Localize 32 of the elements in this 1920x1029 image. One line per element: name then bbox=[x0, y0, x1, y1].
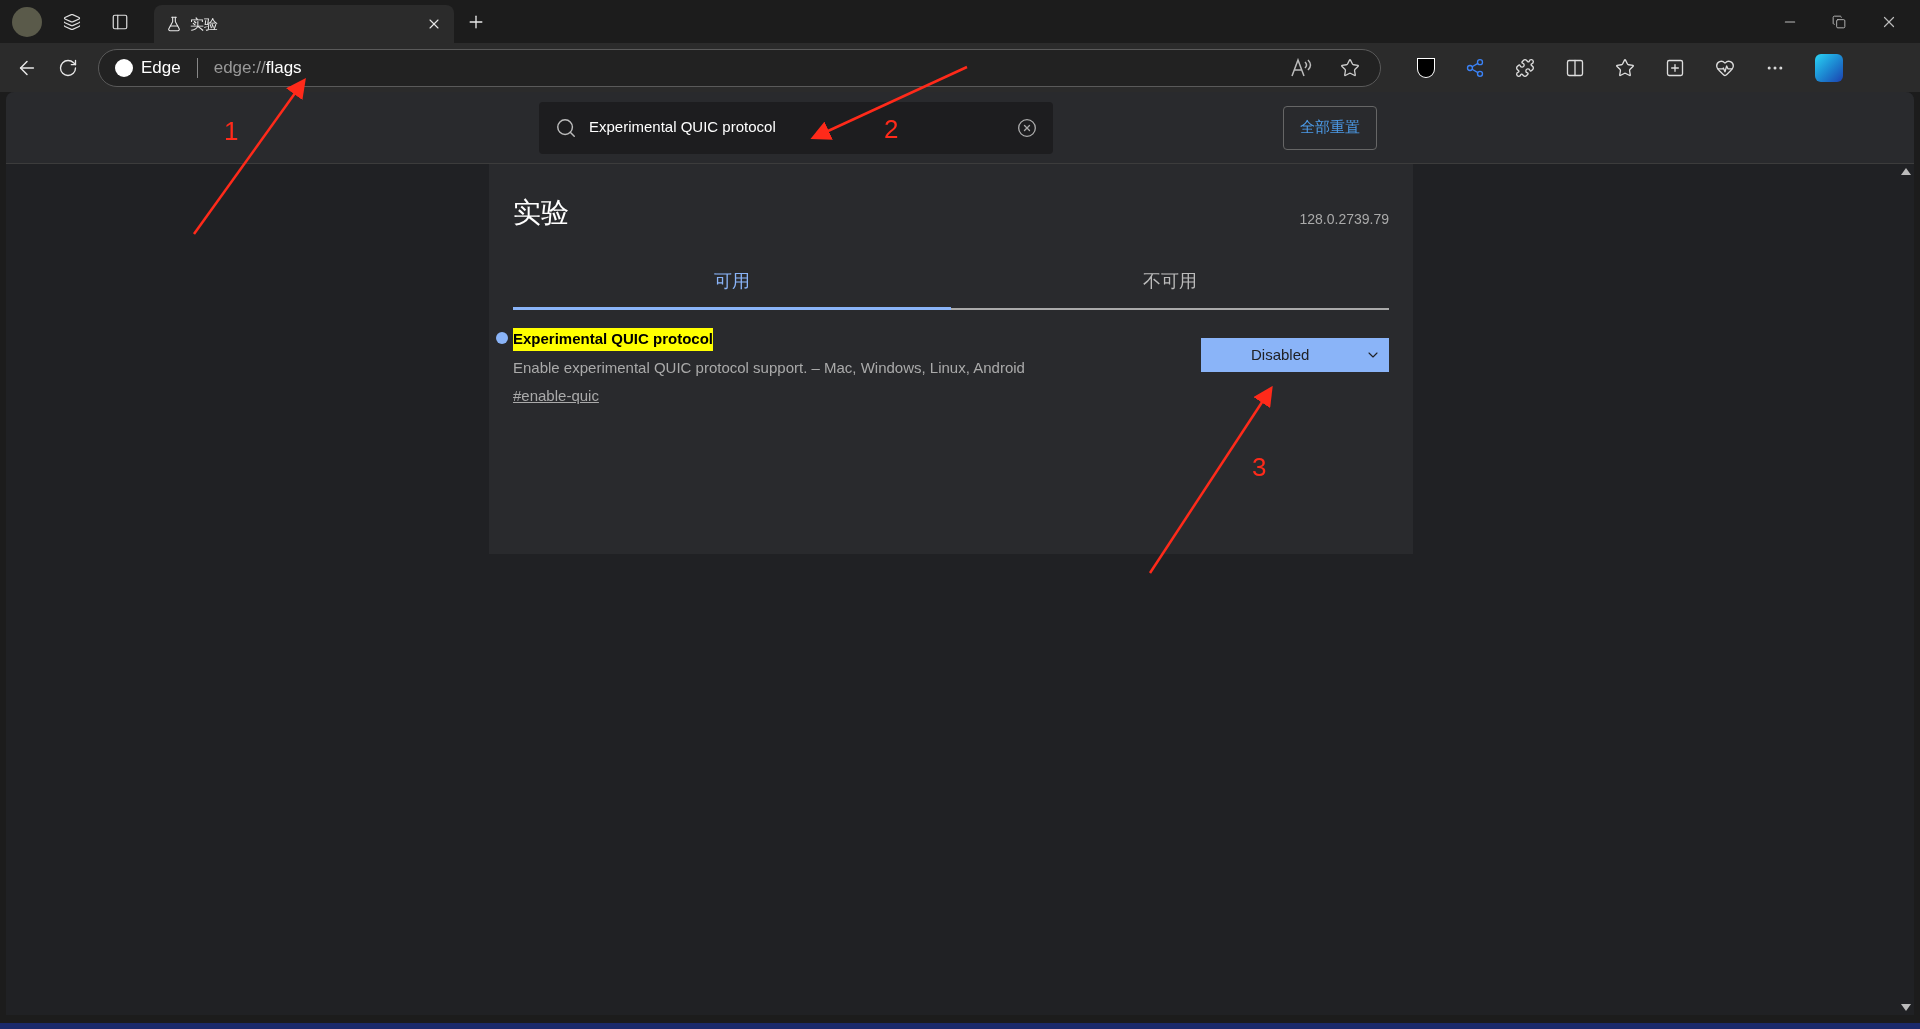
scroll-down-icon[interactable] bbox=[1901, 1004, 1911, 1011]
experiment-name: Experimental QUIC protocol bbox=[513, 328, 714, 351]
scroll-up-icon[interactable] bbox=[1901, 168, 1911, 175]
star-icon[interactable] bbox=[1340, 57, 1360, 78]
annotation-number: 3 bbox=[1252, 451, 1267, 484]
reset-all-button[interactable]: 全部重置 bbox=[1283, 105, 1377, 150]
favorites-icon[interactable] bbox=[1615, 57, 1635, 78]
collections-icon[interactable] bbox=[1665, 57, 1685, 78]
address-bar[interactable]: Edge edge://flags bbox=[98, 48, 1381, 87]
clear-icon[interactable] bbox=[1017, 117, 1037, 138]
tab-title: 实验 bbox=[190, 14, 219, 34]
split-screen-icon[interactable] bbox=[1565, 57, 1585, 78]
annotation-number: 2 bbox=[884, 113, 899, 146]
page-title: 实验 bbox=[513, 196, 569, 230]
share-icon[interactable] bbox=[1465, 57, 1485, 78]
profile-avatar[interactable] bbox=[12, 6, 42, 37]
tab[interactable]: 可用 bbox=[513, 268, 951, 310]
browser-tab[interactable]: 实验 bbox=[154, 5, 454, 43]
search-icon bbox=[555, 116, 577, 139]
site-label: Edge bbox=[141, 56, 181, 79]
read-aloud-icon[interactable] bbox=[1290, 57, 1312, 78]
version-text: 128.0.2739.79 bbox=[1299, 210, 1389, 229]
url-text: edge://flags bbox=[213, 56, 302, 79]
experiment-description: Enable experimental QUIC protocol support. – Mac, Windows, Linux, Android bbox=[513, 357, 1025, 378]
flask-icon bbox=[166, 16, 182, 32]
tab[interactable]: 不可用 bbox=[951, 268, 1389, 310]
annotation-number: 1 bbox=[224, 115, 239, 148]
restore-icon[interactable] bbox=[1832, 14, 1846, 29]
state-dropdown[interactable]: Disabled bbox=[1201, 338, 1389, 372]
refresh-icon[interactable] bbox=[58, 57, 78, 78]
extensions-icon[interactable] bbox=[1515, 57, 1535, 78]
experiment-link[interactable]: #enable-quic bbox=[513, 385, 599, 408]
